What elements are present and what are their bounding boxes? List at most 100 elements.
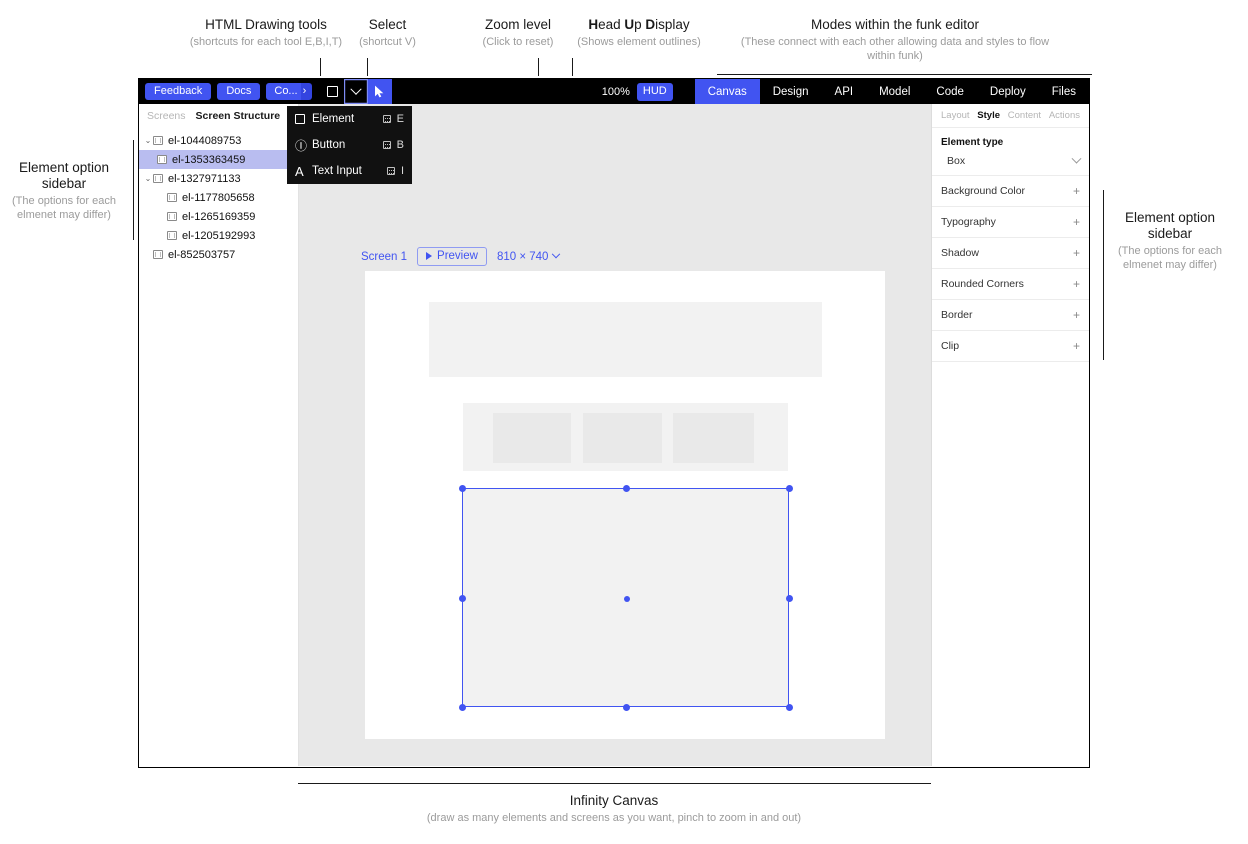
resize-handle-bottom-right[interactable] [785, 703, 793, 711]
annotation-sub: (draw as many elements and screens as yo… [426, 812, 802, 824]
mode-tab-model[interactable]: Model [866, 79, 924, 104]
mode-tab-api[interactable]: API [821, 79, 867, 104]
tree-node[interactable]: el-1177805658 [139, 188, 298, 207]
mode-tab-canvas[interactable]: Canvas [694, 79, 760, 104]
tab-screens[interactable]: Screens [147, 110, 186, 122]
feedback-button[interactable]: Feedback [145, 83, 212, 100]
annotation-title-2: sidebar [41, 176, 87, 191]
tab-layout[interactable]: Layout [941, 110, 970, 121]
annotation-sub-2: elmenet may differ) [1123, 259, 1217, 271]
tab-content[interactable]: Content [1008, 110, 1041, 121]
screen-preview[interactable] [365, 271, 885, 739]
resize-handle-bottom-center[interactable] [623, 703, 630, 711]
annotation-underline-modes [717, 74, 1092, 75]
docs-button[interactable]: Docs [217, 83, 261, 100]
tab-actions[interactable]: Actions [1049, 110, 1080, 121]
wireframe-row-container[interactable] [463, 403, 788, 471]
mode-tab-code[interactable]: Code [923, 79, 977, 104]
square-icon [295, 114, 310, 124]
tree-node[interactable]: ⌄ el-1327971133 [139, 169, 298, 188]
annotation-sub: (The options for each [1118, 245, 1222, 257]
shortcut-key: E [396, 113, 404, 125]
tree-node[interactable]: el-1205192993 [139, 226, 298, 245]
resize-handle-middle-right[interactable] [785, 595, 793, 602]
tab-style[interactable]: Style [977, 110, 1000, 121]
zoom-controls: 100% HUD [602, 79, 673, 104]
annotation-sub: (Shows element outlines) [577, 36, 701, 48]
property-row-clip[interactable]: Clip + [932, 331, 1089, 362]
annotation-sub: (The options for each [12, 195, 116, 207]
expand-icon[interactable]: + [1073, 308, 1080, 322]
menu-item-button[interactable]: Ⓘ Button B [287, 132, 412, 158]
element-icon [167, 212, 177, 221]
keyboard-icon [382, 141, 391, 149]
resize-handle-top-right[interactable] [785, 484, 793, 492]
hud-toggle-button[interactable]: HUD [636, 82, 673, 101]
resize-handle-top-left[interactable] [458, 484, 466, 492]
community-label: Co... [266, 83, 301, 100]
mode-tab-deploy[interactable]: Deploy [976, 79, 1039, 104]
select-tool-button[interactable] [368, 79, 393, 104]
resize-handle-bottom-left[interactable] [458, 703, 466, 711]
screen-toolbar: Screen 1 Preview 810 × 740 [361, 247, 561, 266]
screen-name-label[interactable]: Screen 1 [361, 251, 407, 263]
chevron-down-icon[interactable]: ⌄ [143, 136, 153, 145]
element-tool-button[interactable] [320, 79, 345, 104]
annotation-title: Zoom level [484, 17, 552, 32]
menu-item-shortcut: B [382, 139, 404, 151]
expand-icon[interactable]: + [1073, 184, 1080, 198]
shortcut-key: B [396, 139, 404, 151]
screen-size-select[interactable]: 810 × 740 [496, 249, 561, 263]
tool-dropdown-button[interactable] [344, 79, 369, 104]
mode-tab-design[interactable]: Design [759, 79, 822, 104]
resize-handle-middle-left[interactable] [458, 595, 466, 602]
screen-size-value: 810 × 740 [496, 250, 549, 263]
preview-label: Preview [437, 250, 478, 262]
wireframe-card[interactable] [583, 413, 662, 463]
drawing-tool-menu[interactable]: Element E Ⓘ Button B A Text Input I [287, 106, 412, 184]
infinity-canvas[interactable]: Screen 1 Preview 810 × 740 [299, 104, 931, 766]
mode-tab-files[interactable]: Files [1038, 79, 1089, 104]
expand-icon[interactable]: + [1073, 339, 1080, 353]
annotation-infinity-canvas: Infinity Canvas (draw as many elements a… [214, 793, 1014, 825]
left-sidebar: Screens Screen Structure ⌄ el-1044089753… [139, 104, 299, 766]
element-type-select[interactable]: Box [941, 153, 1082, 167]
right-sidebar: Layout Style Content Actions Element typ… [931, 104, 1089, 766]
wireframe-card[interactable] [673, 413, 754, 463]
expand-icon[interactable]: + [1073, 215, 1080, 229]
chevron-down-icon [350, 83, 362, 95]
tree-node[interactable]: ⌄ el-1044089753 [139, 131, 298, 150]
annotation-underline-canvas [298, 783, 931, 784]
zoom-level-label[interactable]: 100% [602, 86, 630, 98]
property-row-background-color[interactable]: Background Color + [932, 176, 1089, 207]
menu-item-text-input[interactable]: A Text Input I [287, 158, 412, 184]
element-icon [153, 174, 163, 183]
property-row-shadow[interactable]: Shadow + [932, 238, 1089, 269]
property-row-typography[interactable]: Typography + [932, 207, 1089, 238]
chevron-down-icon[interactable]: ⌄ [143, 174, 153, 183]
element-type-section: Element type Box [932, 128, 1089, 176]
tree-node[interactable]: el-852503757 [139, 245, 298, 264]
move-handle-center[interactable] [623, 595, 630, 602]
property-row-border[interactable]: Border + [932, 300, 1089, 331]
expand-icon[interactable]: + [1073, 246, 1080, 260]
tree-node-selected[interactable]: el-1353363459 [139, 150, 298, 169]
wireframe-card[interactable] [493, 413, 571, 463]
shortcut-key: I [400, 165, 404, 177]
wireframe-hero-box[interactable] [429, 302, 822, 377]
toolbar-left-group: Feedback Docs Co... › [139, 79, 313, 104]
selection-box[interactable] [458, 484, 793, 711]
screen-structure-tree: ⌄ el-1044089753 el-1353363459 ⌄ el-13279… [139, 127, 298, 264]
community-button[interactable]: Co... › [266, 83, 313, 100]
element-icon [167, 231, 177, 240]
expand-icon[interactable]: + [1073, 277, 1080, 291]
property-row-rounded-corners[interactable]: Rounded Corners + [932, 269, 1089, 300]
tab-screen-structure[interactable]: Screen Structure [196, 110, 281, 122]
element-icon [157, 155, 167, 164]
preview-button[interactable]: Preview [417, 247, 487, 266]
resize-handle-top-center[interactable] [623, 484, 630, 492]
menu-item-element[interactable]: Element E [287, 106, 412, 132]
tree-node[interactable]: el-1265169359 [139, 207, 298, 226]
chevron-right-icon: › [300, 83, 313, 100]
drawing-tool-group [320, 79, 393, 104]
